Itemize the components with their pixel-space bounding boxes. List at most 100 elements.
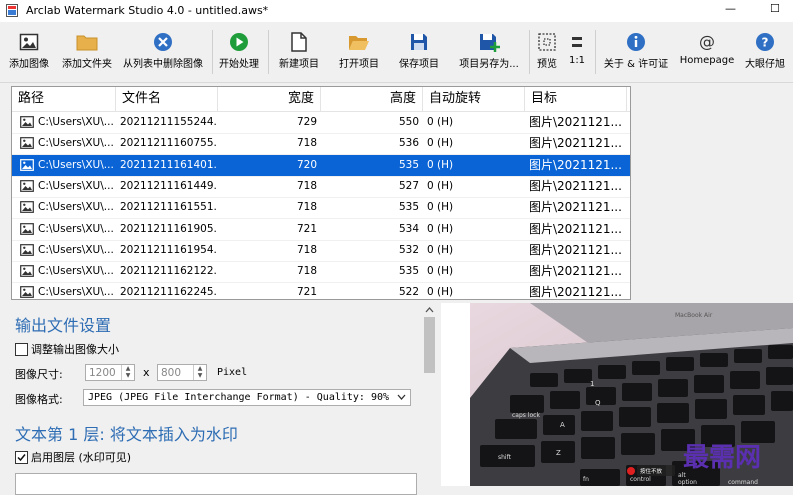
column-header-auto-rotate[interactable]: 自动旋转 [423,87,525,111]
info-icon [627,33,645,51]
watermark-text-input[interactable] [15,473,417,495]
auto-rotate-cell: 0 (H) [427,137,454,150]
play-icon [230,33,248,51]
height-cell: 527 [398,179,419,192]
save-project-as-button[interactable]: 项目另存为... [454,28,524,76]
target-cell: 图片\2021121... [529,264,622,279]
target-cell: 图片\2021121... [529,178,622,193]
toolbar-separator [268,30,269,74]
one-to-one-icon [572,37,582,47]
laptop-brand: MacBook Air [675,312,713,319]
key-q: Q [595,399,601,407]
minimize-button[interactable]: — [725,2,739,18]
image-file-icon [20,265,34,277]
key-a: A [560,421,565,429]
column-header-target[interactable]: 目标 [525,87,627,111]
svg-text:?: ? [762,36,769,50]
path-cell: C:\Users\XU\... [38,116,114,128]
height-spinner[interactable]: 800 ▲ ▼ [157,364,207,381]
help-label: 大眼仔旭 [745,59,785,70]
table-row[interactable]: C:\Users\XU\... 20211211161401... 720 535 0 … [12,154,630,177]
table-row[interactable]: C:\Users\XU\... 20211211161905... 721 534 0 … [12,219,630,241]
open-project-label: 打开项目 [339,59,379,70]
target-cell: 图片\2021121... [529,285,622,300]
key-control: control [630,476,651,483]
table-row[interactable]: C:\Users\XU\... 20211211161551... 718 535 0 … [12,197,630,220]
title-bar: Arclab Watermark Studio 4.0 - untitled.a… [0,0,793,22]
table-row[interactable]: C:\Users\XU\... 20211211162122... 718 535 0 … [12,261,630,284]
spinner-arrows-icon[interactable]: ▲ ▼ [193,365,206,380]
column-header-height[interactable]: 高度 [321,87,423,111]
width-cell: 729 [296,116,317,128]
path-cell: C:\Users\XU\... [38,286,114,299]
maximize-button[interactable]: ☐ [770,2,784,18]
scrollbar-thumb[interactable] [424,317,435,373]
table-row[interactable]: C:\Users\XU\... 20211211155244... 729 550 0 … [12,112,630,134]
resize-output-label: 调整输出图像大小 [31,343,119,356]
filename-cell: 20211211161551... [120,201,216,214]
path-cell: C:\Users\XU\... [38,179,114,192]
app-logo-icon [6,4,18,17]
target-cell: 图片\2021121... [529,157,622,172]
preview-button[interactable]: 预览 [533,28,561,76]
key-shift: shift [498,454,512,461]
target-cell: 图片\2021121... [529,115,622,129]
toolbar-separator [595,30,596,74]
start-process-button[interactable]: 开始处理 [216,28,262,76]
resize-output-checkbox[interactable] [15,343,28,356]
overlay-badge: 按住不放 [640,467,663,475]
save-project-button[interactable]: 保存项目 [394,28,444,76]
column-header-width[interactable]: 宽度 [218,87,321,111]
remove-image-button[interactable]: 从列表中删除图像 [118,28,208,76]
height-cell: 550 [398,116,419,128]
enable-layer-checkbox[interactable] [15,451,28,464]
path-cell: C:\Users\XU\... [38,243,114,256]
key-option: option [678,479,697,486]
toolbar: 添加图像 添加文件夹 从列表中删除图像 开始处理 新建项目 打开项目 保存项目 … [0,22,793,83]
add-folder-button[interactable]: 添加文件夹 [56,28,118,76]
path-cell: C:\Users\XU\... [38,137,114,150]
spinner-arrows-icon[interactable]: ▲ ▼ [121,365,134,380]
width-cell: 718 [296,265,317,278]
table-row[interactable]: C:\Users\XU\... 20211211161449... 718 527 0 … [12,176,630,198]
settings-scrollbar[interactable] [423,303,436,486]
image-icon [19,33,39,51]
image-size-label: 图像尺寸: [15,368,63,381]
add-image-button[interactable]: 添加图像 [4,28,54,76]
help-button[interactable]: ? 大眼仔旭 [741,28,789,76]
height-cell: 534 [398,222,419,235]
column-header-path[interactable]: 路径 [12,87,116,111]
at-icon: @ [699,32,715,51]
toolbar-separator [212,30,213,74]
image-file-icon [20,158,34,171]
filename-cell: 20211211160755... [120,137,216,150]
image-format-select[interactable]: JPEG (JPEG File Interchange Format) - Qu… [83,389,411,406]
width-value: 1200 [89,367,116,379]
image-list[interactable]: 路径 文件名 宽度 高度 自动旋转 目标 C:\Users\XU\... 2021… [11,86,631,300]
width-cell: 718 [296,243,317,256]
settings-panel: 输出文件设置 调整输出图像大小 图像尺寸: 1200 ▲ ▼ x 800 ▲ ▼ P… [11,303,421,495]
image-file-icon [20,137,34,150]
one-to-one-button[interactable]: 1:1 [565,28,589,76]
new-project-label: 新建项目 [279,59,319,70]
about-license-button[interactable]: 关于 & 许可证 [600,28,672,76]
auto-rotate-cell: 0 (H) [427,265,454,278]
path-cell: C:\Users\XU\... [38,158,114,171]
checkmark-icon [17,454,26,462]
new-project-button[interactable]: 新建项目 [274,28,324,76]
width-spinner[interactable]: 1200 ▲ ▼ [85,364,135,381]
filename-cell: 20211211161954... [120,243,216,256]
column-header-filename[interactable]: 文件名 [116,87,218,111]
save-as-icon [480,34,500,52]
height-cell: 535 [398,201,419,214]
height-cell: 522 [398,286,419,299]
save-project-label: 保存项目 [399,59,439,70]
image-file-icon [20,286,34,299]
homepage-button[interactable]: @ Homepage [676,28,738,76]
table-row[interactable]: C:\Users\XU\... 20211211160755... 718 536 0 … [12,133,630,156]
table-row[interactable]: C:\Users\XU\... 20211211161954... 718 532 0 … [12,240,630,262]
table-row[interactable]: C:\Users\XU\... 20211211162245... 721 522 0 … [12,282,630,300]
scroll-up-icon[interactable] [423,305,436,315]
image-file-icon [20,116,34,128]
open-project-button[interactable]: 打开项目 [334,28,384,76]
